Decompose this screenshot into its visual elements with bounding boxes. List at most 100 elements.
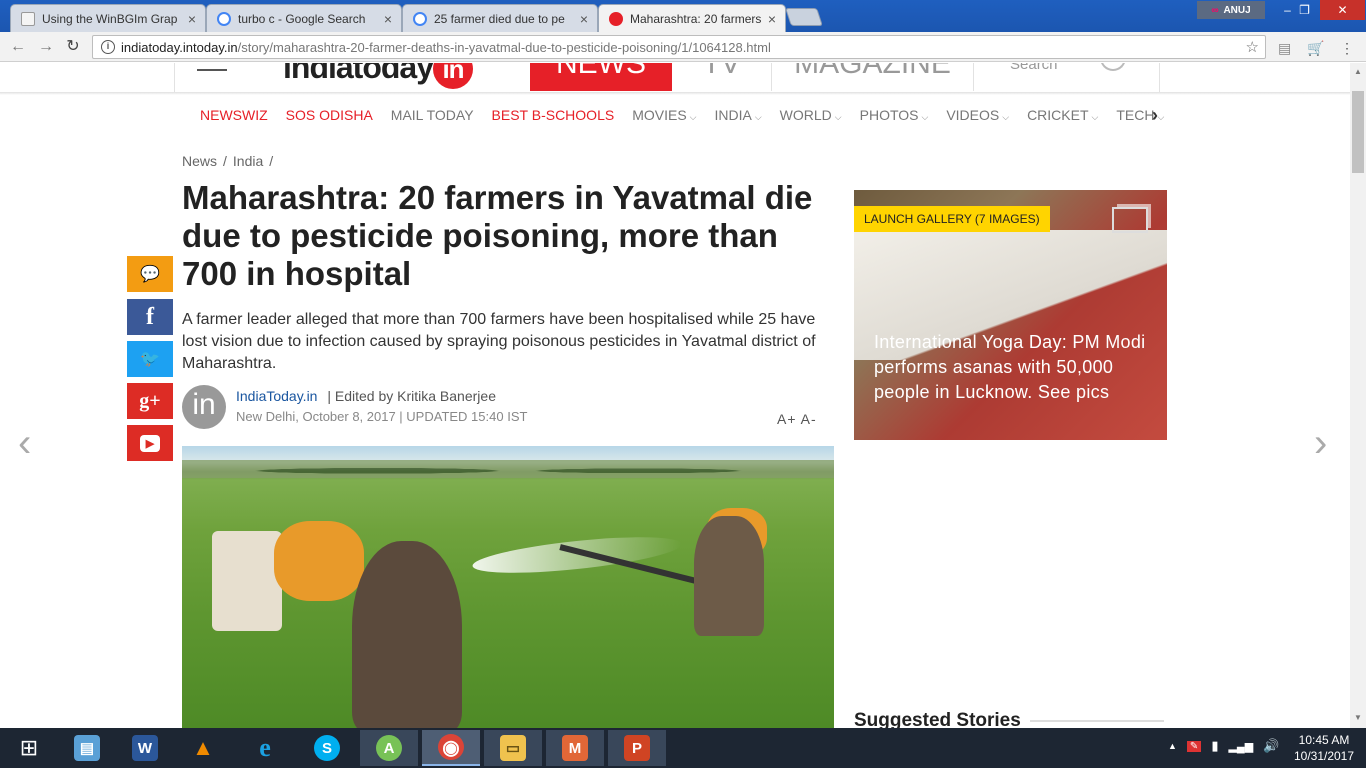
author-avatar: in — [182, 385, 226, 429]
battery-icon[interactable]: ▮ — [1211, 738, 1218, 754]
nav-item-best-b-schools[interactable]: BEST B-SCHOOLS — [492, 107, 615, 123]
masthead-search[interactable]: Search — [1010, 63, 1058, 75]
previous-article-arrow-icon[interactable]: ‹ — [18, 421, 31, 466]
nav-next-chevron-icon[interactable]: › — [1152, 105, 1158, 126]
matlab-icon: M — [562, 735, 588, 761]
close-icon[interactable]: × — [765, 11, 779, 27]
youtube-share-button[interactable]: ▶ — [127, 425, 173, 461]
skype-icon: S — [314, 735, 340, 761]
photo-gallery-card[interactable]: LAUNCH GALLERY (7 IMAGES) International … — [854, 190, 1167, 440]
chevron-down-icon: ⌵ — [1002, 112, 1010, 122]
volume-icon[interactable]: 🔊 — [1263, 738, 1279, 754]
close-window-button[interactable]: ✕ — [1320, 0, 1365, 20]
google-plus-share-button[interactable]: g+ — [127, 383, 173, 419]
internet-explorer-icon: e — [259, 733, 271, 762]
nav-item-sos-odisha[interactable]: SOS ODISHA — [286, 107, 373, 123]
chrome-icon: ◉ — [438, 734, 464, 760]
taskbar-explorer[interactable]: ▭ — [484, 730, 542, 766]
logo-badge: in — [433, 63, 474, 89]
nav-item-videos[interactable]: VIDEOS ⌵ — [946, 107, 1009, 123]
nav-item-india[interactable]: INDIA ⌵ — [715, 107, 762, 123]
taskbar-matlab[interactable]: M — [546, 730, 604, 766]
nav-item-world[interactable]: WORLD ⌵ — [780, 107, 842, 123]
chevron-down-icon: ⌵ — [754, 112, 762, 122]
browser-tab-2[interactable]: turbo c - Google Search × — [206, 4, 402, 32]
extension-icon[interactable]: ▤ — [1278, 40, 1291, 57]
start-button[interactable]: ⊞ — [0, 730, 58, 766]
forward-arrow-icon[interactable]: → — [36, 37, 56, 57]
notification-icon[interactable]: ✎ — [1186, 740, 1202, 752]
close-icon[interactable]: × — [381, 11, 395, 27]
author-line: IndiaToday.in | Edited by Kritika Banerj… — [236, 388, 496, 404]
nav-item-photos[interactable]: PHOTOS ⌵ — [860, 107, 929, 123]
chevron-down-icon: ⌵ — [921, 112, 929, 122]
word-icon: W — [132, 735, 158, 761]
taskbar-file-manager[interactable]: ▤ — [58, 730, 116, 766]
reload-icon[interactable]: ↻ — [63, 37, 83, 57]
site-logo[interactable]: indiatoday in — [283, 63, 474, 89]
masthead-tv[interactable]: TV — [672, 63, 772, 91]
system-clock[interactable]: 10:45 AM 10/31/2017 — [1292, 732, 1356, 764]
browser-tab-4-active[interactable]: Maharashtra: 20 farmers × — [598, 4, 786, 32]
font-size-controls[interactable]: A+ A- — [777, 411, 817, 427]
divider — [1030, 720, 1164, 722]
article-source-link[interactable]: IndiaToday.in — [236, 388, 317, 404]
breadcrumb-india[interactable]: India — [233, 153, 263, 169]
info-icon[interactable]: i — [101, 40, 115, 54]
new-tab-button[interactable] — [785, 8, 823, 26]
maximize-button[interactable]: ❐ — [1288, 0, 1321, 20]
address-bar[interactable]: i indiatoday.intoday.in /story/maharasht… — [92, 35, 1266, 59]
profile-button[interactable]: ∞ ANUJ — [1197, 1, 1265, 19]
taskbar-internet-explorer[interactable]: e — [236, 730, 294, 766]
menu-icon[interactable]: ⋮ — [1340, 40, 1354, 57]
category-nav: NEWSWIZ SOS ODISHA MAIL TODAY BEST B-SCH… — [200, 107, 1182, 123]
taskbar-vlc[interactable]: ▲ — [174, 730, 232, 766]
network-signal-icon[interactable]: ▂▄▆ — [1228, 740, 1253, 753]
back-arrow-icon[interactable]: ← — [8, 37, 28, 57]
next-article-arrow-icon[interactable]: › — [1314, 421, 1327, 466]
url-domain: indiatoday.intoday.in — [121, 39, 238, 55]
taskbar-chrome[interactable]: ◉ — [422, 730, 480, 766]
google-icon — [413, 11, 427, 26]
cart-extension-icon[interactable]: 🛒 — [1307, 40, 1324, 57]
browser-tab-1[interactable]: Using the WinBGIm Grap × — [10, 4, 206, 32]
masthead-magazine[interactable]: MAGAZINE — [772, 63, 974, 91]
masthead-news[interactable]: NEWS — [530, 63, 672, 91]
browser-titlebar: Using the WinBGIm Grap × turbo c - Googl… — [0, 0, 1366, 32]
taskbar-word[interactable]: W — [116, 730, 174, 766]
article-summary: A farmer leader alleged that more than 7… — [182, 311, 816, 372]
scroll-up-arrow-icon[interactable]: ▲ — [1354, 67, 1362, 76]
scroll-down-arrow-icon[interactable]: ▼ — [1354, 713, 1362, 722]
facebook-icon: f — [146, 303, 154, 330]
user-icon: ∞ — [1211, 4, 1219, 16]
hamburger-menu-icon[interactable] — [197, 69, 227, 71]
comment-share-button[interactable]: 💬 — [127, 256, 173, 292]
article-editor: | Edited by Kritika Banerjee — [327, 388, 496, 404]
facebook-share-button[interactable]: f — [127, 299, 173, 335]
page-scrollbar[interactable]: ▲ ▼ — [1350, 63, 1366, 728]
taskbar-android-studio[interactable]: A — [360, 730, 418, 766]
bookmark-star-icon[interactable]: ☆ — [1246, 38, 1259, 56]
browser-tab-3[interactable]: 25 farmer died due to pe × — [402, 4, 598, 32]
tab-label: 25 farmer died due to pe — [434, 11, 565, 26]
nav-item-newswiz[interactable]: NEWSWIZ — [200, 107, 268, 123]
twitter-share-button[interactable]: 🐦 — [127, 341, 173, 377]
taskbar-skype[interactable]: S — [298, 730, 356, 766]
scrollbar-thumb[interactable] — [1352, 91, 1364, 173]
taskbar-powerpoint[interactable]: P — [608, 730, 666, 766]
nav-item-movies[interactable]: MOVIES ⌵ — [632, 107, 696, 123]
show-hidden-icons-icon[interactable]: ▲ — [1168, 741, 1177, 751]
close-icon[interactable]: × — [185, 11, 199, 27]
nav-item-mail-today[interactable]: MAIL TODAY — [391, 107, 474, 123]
close-icon[interactable]: × — [577, 11, 591, 27]
breadcrumb-news[interactable]: News — [182, 153, 217, 169]
logo-text: indiatoday — [283, 63, 434, 85]
indiatoday-icon — [609, 11, 623, 26]
nav-item-cricket[interactable]: CRICKET ⌵ — [1027, 107, 1098, 123]
gallery-caption[interactable]: International Yoga Day: PM Modi performs… — [874, 330, 1154, 405]
tab-label: Maharashtra: 20 farmers — [630, 11, 762, 26]
launch-gallery-badge[interactable]: LAUNCH GALLERY (7 IMAGES) — [854, 206, 1050, 232]
tab-label: turbo c - Google Search — [238, 11, 366, 26]
search-icon[interactable] — [1100, 63, 1126, 71]
chevron-down-icon: ⌵ — [834, 112, 842, 122]
